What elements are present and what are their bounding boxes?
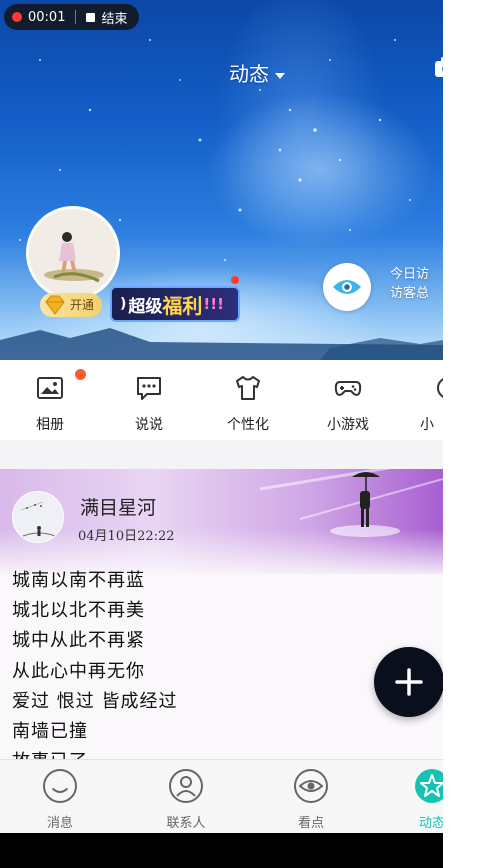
- visitor-today: 今日访: [390, 267, 430, 282]
- camera-icon[interactable]: [434, 56, 443, 78]
- post-line: 从此心中再无你: [12, 660, 145, 682]
- promo-text-c: !!!: [203, 295, 224, 313]
- page-title-text: 动态: [229, 62, 269, 86]
- screen-recorder-pill[interactable]: 00:01 结束: [4, 4, 140, 30]
- eye-icon: [333, 280, 361, 294]
- post-timestamp: 04月10日22:22: [78, 529, 175, 544]
- post-line: 南墙已撞: [12, 721, 88, 743]
- visitor-stats[interactable]: 今日访 访客总: [390, 265, 429, 303]
- photo-icon: [37, 377, 63, 399]
- tshirt-icon: [236, 376, 260, 400]
- nav-label: 联系人: [166, 816, 206, 831]
- feed-post-card[interactable]: 满目星河 04月10日22:22 城南以南不再蓝 城北以北不再美 城中从此不再紧…: [0, 469, 443, 759]
- plus-icon: [395, 668, 423, 696]
- stop-icon: [86, 12, 96, 22]
- shortcut-label: 说说: [135, 417, 163, 433]
- shortcut-bar: 相册 说说 个性化 小游戏 小: [0, 360, 443, 440]
- post-line: 城南以南不再蓝: [12, 570, 145, 591]
- author-name[interactable]: 满目星河: [80, 493, 156, 520]
- promo-text-a: 超级: [128, 296, 163, 317]
- shortcut-more[interactable]: 小: [398, 370, 443, 434]
- visitor-total: 访客总: [390, 286, 430, 301]
- notification-dot: [231, 276, 239, 284]
- shortcut-label: 小游戏: [327, 417, 369, 433]
- post-line: 城北以北不再美: [12, 600, 145, 622]
- blank-margin: [443, 0, 500, 868]
- star-icon: [415, 769, 443, 803]
- record-time: 00:01: [28, 9, 66, 25]
- shortcut-label: 个性化: [227, 417, 269, 433]
- shortcut-album[interactable]: 相册: [0, 370, 100, 434]
- stop-recording-label[interactable]: 结束: [101, 8, 127, 27]
- chat-bubble-icon: [137, 377, 161, 400]
- shortcut-personalize[interactable]: 个性化: [198, 370, 298, 434]
- post-content: 城南以南不再蓝 城北以北不再美 城中从此不再紧 从此心中再无你 爱过 恨过 皆成…: [12, 566, 177, 759]
- nav-item-messages[interactable]: 消息: [15, 768, 105, 831]
- author-avatar-illustration: [13, 492, 63, 542]
- record-dot-icon: [12, 12, 22, 22]
- eye-icon: [294, 769, 328, 803]
- partial-icon: [437, 378, 443, 398]
- vip-badge[interactable]: 开通: [40, 293, 103, 317]
- post-line: 爱过 恨过 皆成经过: [12, 690, 178, 712]
- nav-item-feed[interactable]: 动态: [387, 768, 443, 831]
- system-bar: [0, 833, 443, 868]
- sound-wave-icon: ): [120, 296, 127, 312]
- nav-label: 动态: [418, 816, 443, 831]
- shortcut-label: 相册: [36, 417, 64, 433]
- contacts-icon: [169, 769, 203, 803]
- nav-item-contacts[interactable]: 联系人: [141, 768, 231, 831]
- app-window: 00:01 结束 动态 开通) 超级 福利 !!! 今日访 访客总 相册 说说…: [0, 0, 443, 868]
- page-title[interactable]: 动态: [0, 58, 443, 87]
- shortcut-label: 小: [420, 417, 434, 433]
- diamond-icon: [45, 295, 65, 315]
- author-avatar[interactable]: [12, 491, 64, 543]
- notification-dot: [75, 369, 86, 380]
- message-icon: [43, 769, 77, 803]
- gamepad-icon: [334, 381, 362, 396]
- shortcut-games[interactable]: 小游戏: [298, 370, 398, 434]
- divider: [75, 10, 77, 24]
- promo-banner[interactable]: ) 超级 福利 !!!: [110, 286, 240, 322]
- promo-text-b: 福利: [162, 293, 203, 318]
- new-post-button[interactable]: [374, 647, 443, 717]
- post-line: 城中从此不再紧: [12, 630, 145, 652]
- bottom-nav: 消息 联系人 看点 动态: [0, 759, 443, 833]
- nav-item-highlights[interactable]: 看点: [266, 768, 356, 831]
- nav-label: 看点: [297, 816, 324, 831]
- vip-label: 开通: [70, 298, 95, 312]
- post-line: 故事已了: [12, 747, 177, 759]
- profile-header: 00:01 结束 动态 开通) 超级 福利 !!! 今日访 访客总: [0, 0, 443, 360]
- nav-label: 消息: [46, 816, 73, 831]
- avatar[interactable]: [26, 206, 120, 300]
- visitor-button[interactable]: [323, 263, 371, 311]
- chevron-down-icon: [275, 72, 285, 79]
- shortcut-moments[interactable]: 说说: [99, 370, 199, 434]
